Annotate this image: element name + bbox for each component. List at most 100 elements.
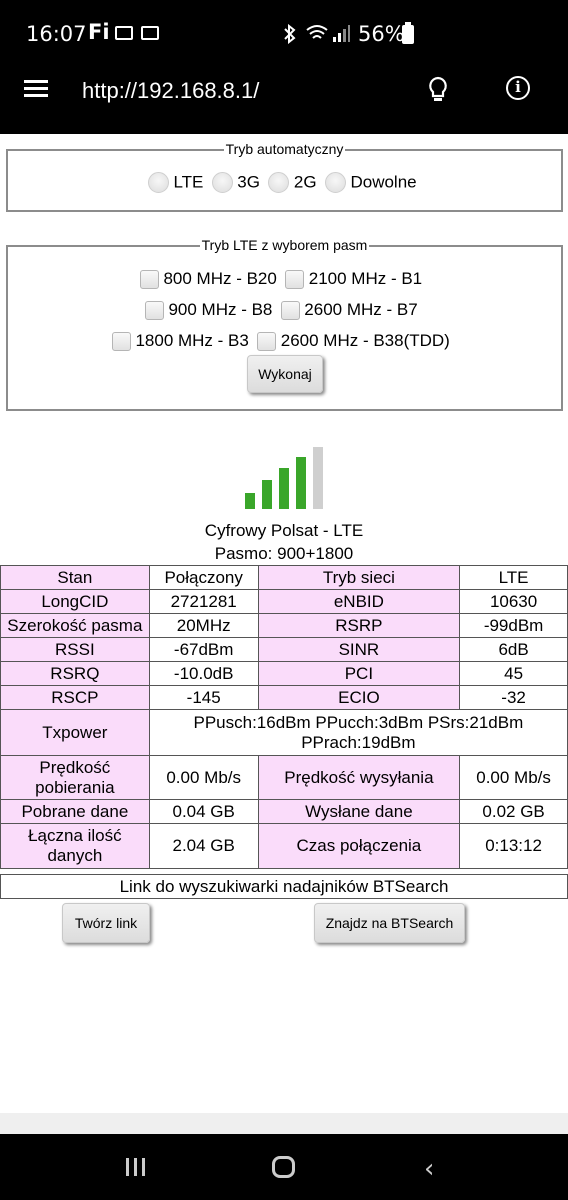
table-row: RSRQ -10.0dB PCI 45 xyxy=(0,661,568,686)
table-cell: Prędkość wysyłania xyxy=(257,755,461,800)
table-cell: RSCP xyxy=(0,685,150,710)
table-cell: Połączony xyxy=(148,565,259,590)
table-row: Prędkość pobierania 0.00 Mb/s Prędkość w… xyxy=(0,755,568,800)
table-cell: PCI xyxy=(257,661,461,686)
table-cell: -32 xyxy=(459,685,568,710)
table-cell: LongCID xyxy=(0,589,150,614)
band-label-b7: 2600 MHz - B7 xyxy=(304,300,418,319)
table-cell: Stan xyxy=(0,565,150,590)
table-row: Łączna ilość danych 2.04 GB Czas połącze… xyxy=(0,823,568,869)
table-row: Stan Połączony Tryb sieci LTE xyxy=(0,565,568,590)
table-cell: -145 xyxy=(148,685,259,710)
checkbox-b3[interactable] xyxy=(112,331,131,351)
table-cell: RSSI xyxy=(0,637,150,662)
carrier-icon: Fi xyxy=(88,20,110,44)
radio-label-2g: 2G xyxy=(293,172,317,192)
table-cell: 20MHz xyxy=(148,613,259,638)
table-cell: 45 xyxy=(459,661,568,686)
message-icon xyxy=(141,26,159,40)
table-row: Pobrane dane 0.04 GB Wysłane dane 0.02 G… xyxy=(0,799,568,824)
radio-any[interactable] xyxy=(325,172,347,193)
radio-lte[interactable] xyxy=(148,172,169,193)
cell-signal-icon xyxy=(333,25,350,42)
url-bar[interactable]: http://192.168.8.1/ xyxy=(82,78,259,104)
band-label-b1: 2100 MHz - B1 xyxy=(308,269,423,288)
radio-label-lte: LTE xyxy=(173,172,204,192)
table-cell: 0.00 Mb/s xyxy=(459,755,568,800)
android-navbar: ‹ xyxy=(0,1134,568,1200)
status-bar: 16:07 Fi 56% xyxy=(0,0,568,66)
find-btsearch-button[interactable]: Znajdz na BTSearch xyxy=(314,903,465,943)
table-cell: 2721281 xyxy=(148,589,259,614)
recents-icon[interactable] xyxy=(124,1158,148,1176)
band-label-b20: 800 MHz - B20 xyxy=(163,269,277,288)
home-icon[interactable] xyxy=(272,1156,295,1178)
execute-button[interactable]: Wykonaj xyxy=(247,355,323,393)
battery-percent: 56% xyxy=(358,22,405,46)
lte-bands-fieldset: Tryb LTE z wyborem pasm 800 MHz - B20 21… xyxy=(6,237,563,411)
table-cell: 2.04 GB xyxy=(148,823,259,869)
table-row: LongCID 2721281 eNBID 10630 xyxy=(0,589,568,614)
band-label-b38: 2600 MHz - B38(TDD) xyxy=(280,331,450,350)
menu-icon[interactable] xyxy=(24,80,48,98)
signal-bar xyxy=(245,493,255,509)
band-label-b8: 900 MHz - B8 xyxy=(168,300,273,319)
band-info: Pasmo: 900+1800 xyxy=(214,544,354,563)
status-time: 16:07 xyxy=(26,22,87,46)
checkbox-b8[interactable] xyxy=(145,300,164,320)
table-row: RSSI -67dBm SINR 6dB xyxy=(0,637,568,662)
table-cell: Pobrane dane xyxy=(0,799,150,824)
table-cell: Szerokość pasma xyxy=(0,613,150,638)
battery-icon xyxy=(402,22,414,44)
checkbox-b20[interactable] xyxy=(140,269,159,289)
table-cell: 0:13:12 xyxy=(459,823,568,869)
table-cell: -10.0dB xyxy=(148,661,259,686)
lightbulb-icon[interactable] xyxy=(428,76,448,104)
radio-label-any: Dowolne xyxy=(350,172,417,192)
band-label-b3: 1800 MHz - B3 xyxy=(135,331,249,350)
table-cell: SINR xyxy=(257,637,461,662)
checkbox-b38[interactable] xyxy=(257,331,277,351)
checkbox-b7[interactable] xyxy=(280,300,300,320)
table-row: Txpower PPusch:16dBm PPucch:3dBm PSrs:21… xyxy=(0,709,568,756)
table-cell: 6dB xyxy=(459,637,568,662)
table-cell: eNBID xyxy=(257,589,461,614)
table-cell: Łączna ilość danych xyxy=(0,823,150,869)
table-cell: Prędkość pobierania xyxy=(0,755,150,800)
auto-mode-options: LTE 3G 2G Dowolne xyxy=(148,172,417,193)
table-cell: Czas połączenia xyxy=(257,823,461,869)
back-icon[interactable]: ‹ xyxy=(424,1154,434,1184)
bottom-strip xyxy=(0,1113,568,1134)
signal-bar xyxy=(313,447,323,509)
wifi-icon xyxy=(306,25,328,39)
txpower-value: PPusch:16dBm PPucch:3dBm PSrs:21dBm PPra… xyxy=(148,709,568,756)
table-cell: Tryb sieci xyxy=(257,565,461,590)
band-row-2: 900 MHz - B8 2600 MHz - B7 xyxy=(145,300,418,320)
signal-bar xyxy=(279,468,289,509)
table-row: Szerokość pasma 20MHz RSRP -99dBm xyxy=(0,613,568,638)
table-cell: -67dBm xyxy=(148,637,259,662)
table-cell: 0.00 Mb/s xyxy=(148,755,259,800)
signal-bar xyxy=(296,457,306,509)
btsearch-link-row: Link do wyszukiwarki nadajników BTSearch xyxy=(0,874,568,899)
radio-3g[interactable] xyxy=(211,172,233,193)
signal-bar xyxy=(262,480,272,509)
network-info-table: Stan Połączony Tryb sieci LTE LongCID 27… xyxy=(0,565,568,869)
table-row: RSCP -145 ECIO -32 xyxy=(0,685,568,710)
table-cell: RSRQ xyxy=(0,661,150,686)
browser-toolbar: http://192.168.8.1/ i xyxy=(0,66,568,134)
table-cell: RSRP xyxy=(257,613,461,638)
operator-name: Cyfrowy Polsat - LTE xyxy=(204,521,364,540)
bluetooth-icon xyxy=(284,24,296,44)
table-cell: Txpower xyxy=(0,709,150,756)
message-icon xyxy=(115,26,133,40)
checkbox-b1[interactable] xyxy=(285,269,305,289)
info-icon[interactable]: i xyxy=(506,76,530,100)
table-cell: -99dBm xyxy=(459,613,568,638)
table-cell: 10630 xyxy=(459,589,568,614)
table-cell: 0.04 GB xyxy=(148,799,259,824)
create-link-button[interactable]: Twórz link xyxy=(62,903,150,943)
radio-2g[interactable] xyxy=(268,172,290,193)
table-cell: LTE xyxy=(459,565,568,590)
lte-bands-legend: Tryb LTE z wyborem pasm xyxy=(199,237,370,253)
